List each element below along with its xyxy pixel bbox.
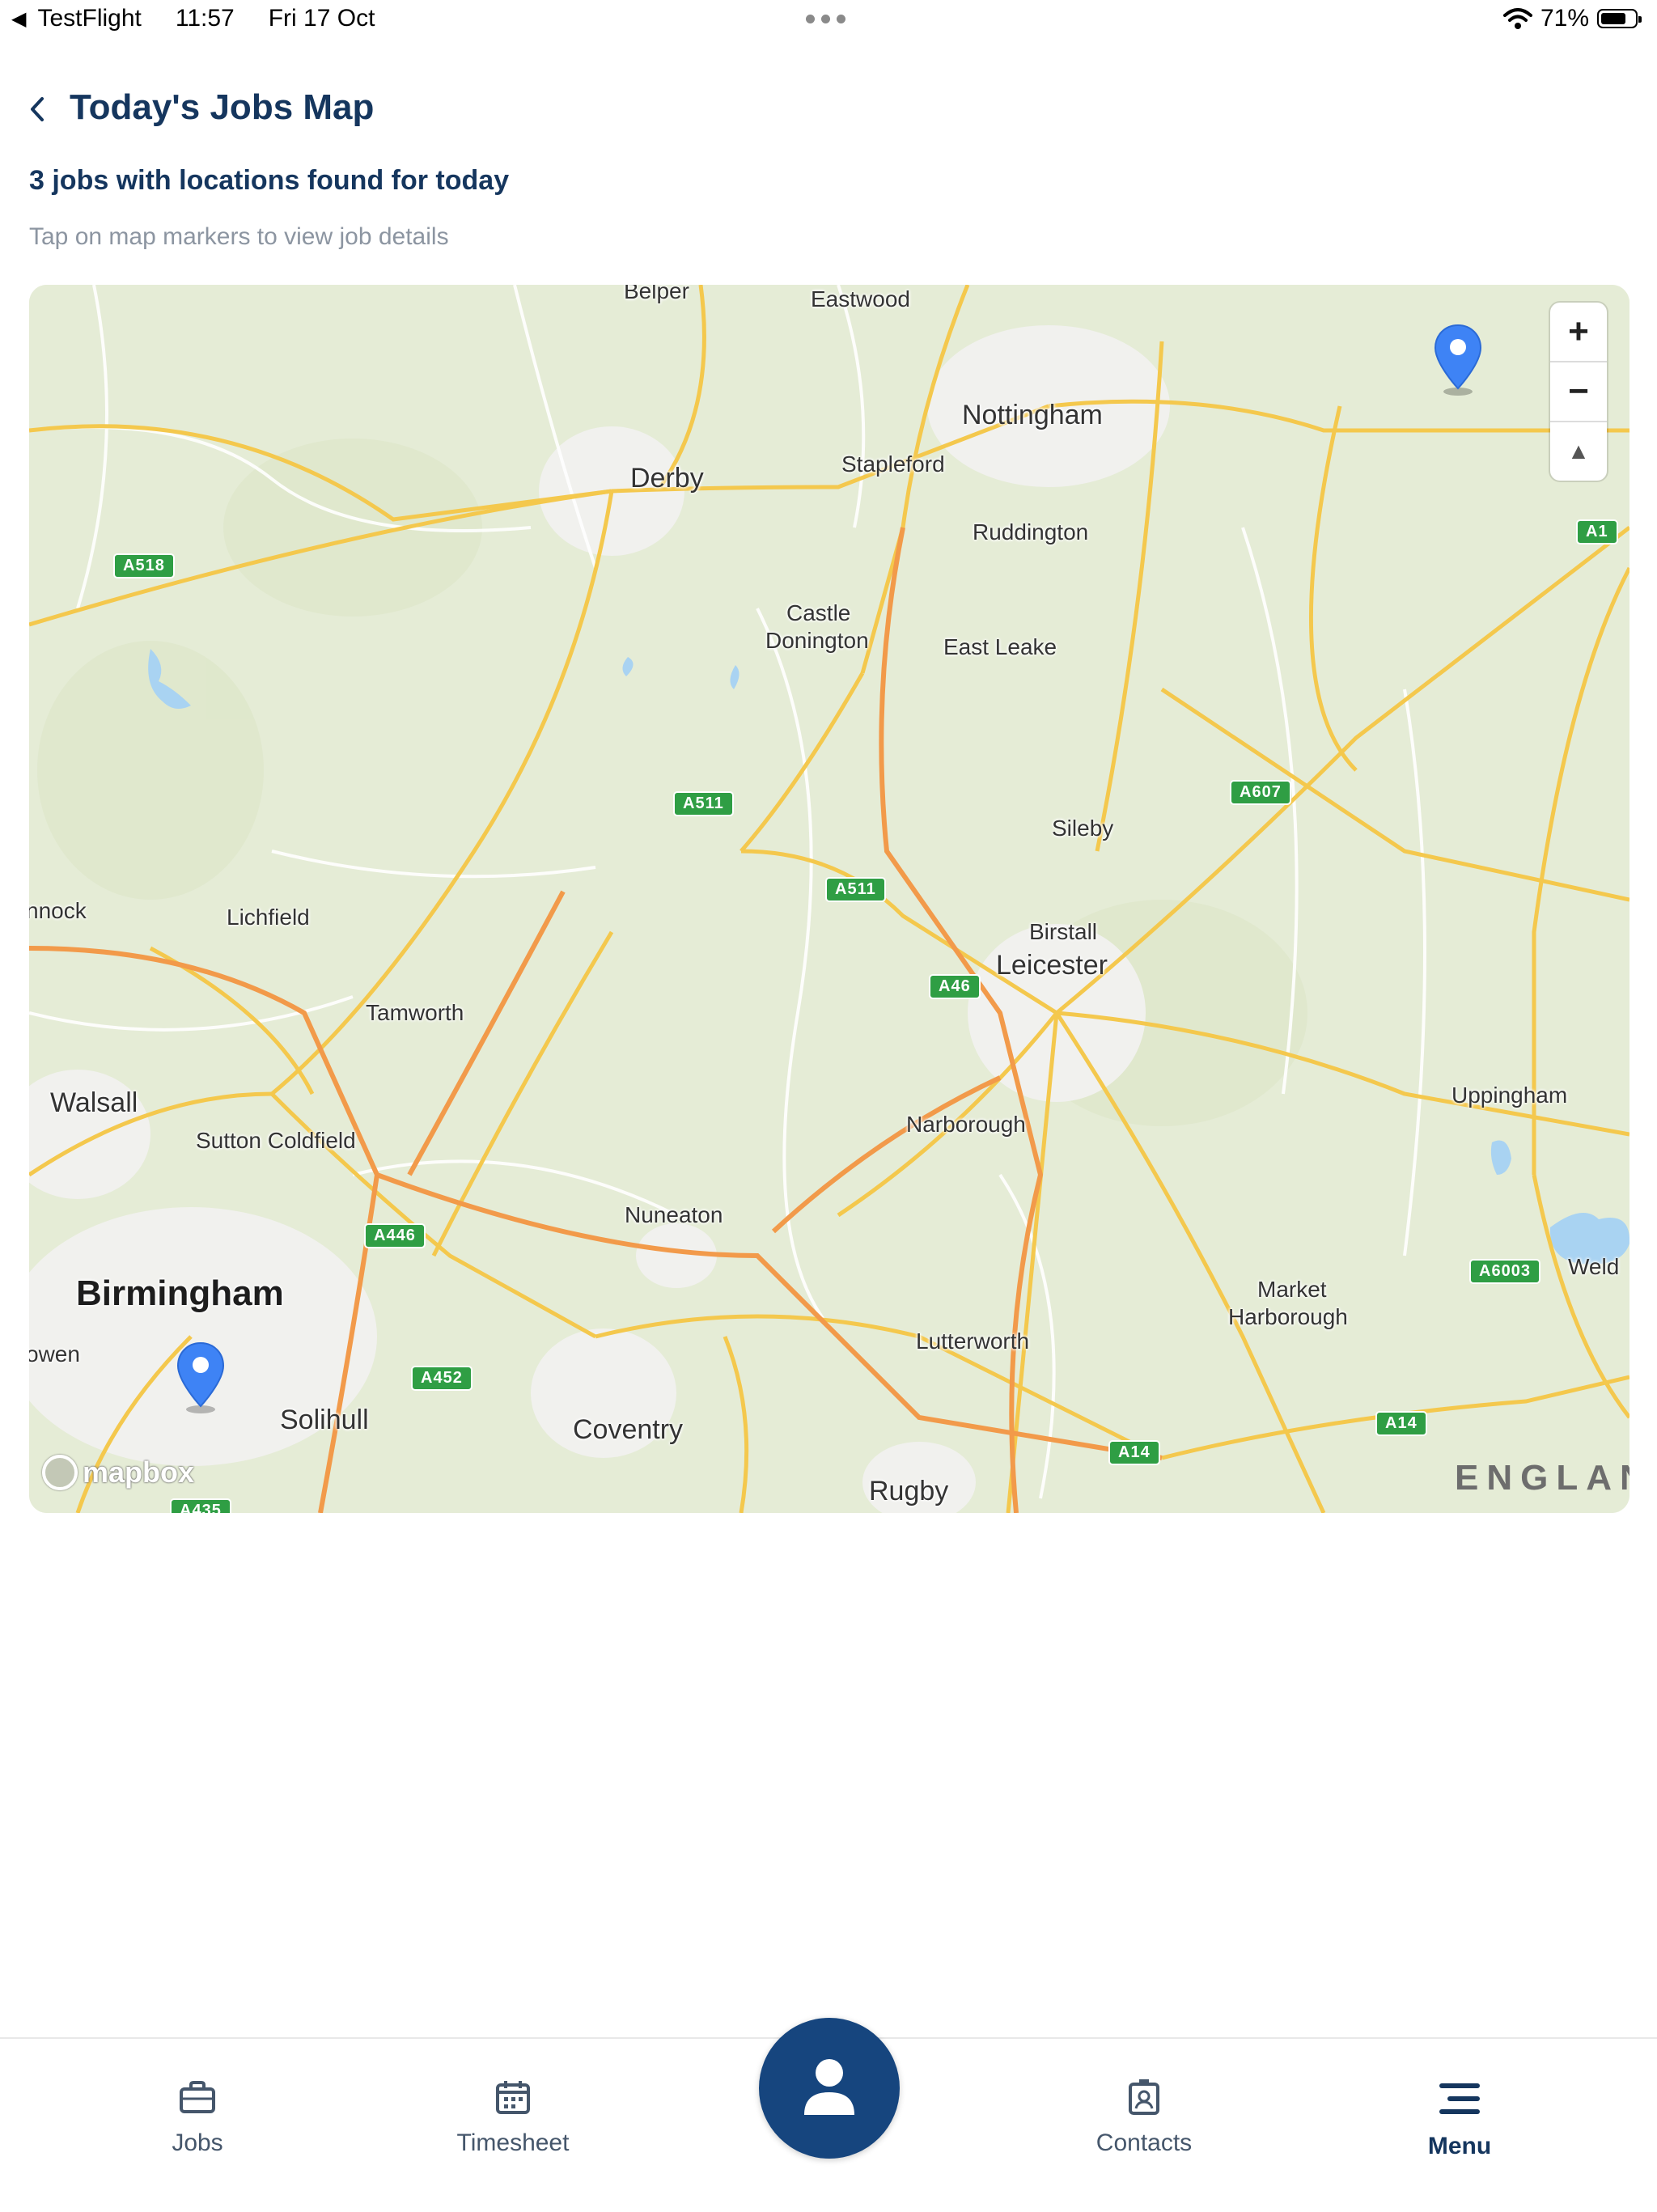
map-label-lichfield: Lichfield <box>227 905 310 930</box>
map-label-uppingham: Uppingham <box>1451 1083 1568 1108</box>
road-shield-a511: A511 <box>673 791 734 816</box>
map-label-ruddington: Ruddington <box>973 519 1089 545</box>
map-label-rugby: Rugby <box>869 1476 949 1506</box>
map-label-harborough: Harborough <box>1228 1304 1348 1329</box>
road-shield-a607: A607 <box>1230 780 1291 805</box>
mapbox-logo[interactable]: mapbox <box>42 1455 194 1490</box>
road-shield-a452: A452 <box>411 1366 473 1391</box>
map-label-birmingham: Birmingham <box>76 1273 284 1313</box>
compass-button[interactable]: ▲ <box>1550 422 1607 481</box>
back-triangle-icon[interactable]: ◀ <box>11 7 26 31</box>
map-label-tamworth: Tamworth <box>366 1000 464 1025</box>
jobs-map[interactable]: Belper Eastwood Nottingham Derby Staplef… <box>29 285 1629 1513</box>
road-shield-a1: A1 <box>1576 519 1618 545</box>
tab-timesheet[interactable]: Timesheet <box>416 2079 610 2157</box>
jobs-count-text: 3 jobs with locations found for today <box>29 165 510 196</box>
mapbox-attribution: mapbox <box>83 1456 195 1489</box>
calendar-icon <box>496 2081 530 2114</box>
map-label-stapleford: Stapleford <box>841 451 945 477</box>
road-shield-a46: A46 <box>929 974 981 999</box>
road-shield-a435: A435 <box>170 1498 231 1513</box>
user-icon <box>804 2059 854 2115</box>
tab-contacts[interactable]: Contacts <box>1047 2079 1241 2157</box>
map-label-coventry: Coventry <box>573 1414 684 1445</box>
road-shield-a446: A446 <box>364 1223 426 1248</box>
map-label-donington: Donington <box>765 628 869 653</box>
battery-percent: 71% <box>1540 5 1589 32</box>
mapbox-logo-icon <box>42 1455 78 1490</box>
tab-bar: Jobs Timesheet Contacts Menu <box>0 2018 1657 2212</box>
map-label-east-leake: East Leake <box>943 634 1057 659</box>
tab-jobs[interactable]: Jobs <box>100 2079 295 2157</box>
map-label-birstall: Birstall <box>1029 919 1098 944</box>
road-shield-a14: A14 <box>1375 1411 1427 1436</box>
status-date: Fri 17 Oct <box>268 5 375 32</box>
zoom-out-button[interactable]: − <box>1550 362 1607 422</box>
status-right: 71% <box>1502 5 1642 32</box>
map-label-country: ENGLAN <box>1455 1458 1629 1498</box>
tab-contacts-label: Contacts <box>1095 2129 1193 2156</box>
map-label-market: Market <box>1257 1277 1327 1302</box>
back-app-label[interactable]: TestFlight <box>37 5 141 32</box>
map-pin-icon[interactable] <box>175 1341 227 1414</box>
map-label-nuneaton: Nuneaton <box>625 1202 723 1227</box>
map-label-narborough: Narborough <box>906 1112 1026 1137</box>
status-bar: ◀ TestFlight 11:57 Fri 17 Oct 71% <box>0 0 1657 39</box>
hint-text: Tap on map markers to view job details <box>29 223 449 250</box>
road-shield-a6003: A6003 <box>1469 1259 1540 1284</box>
chevron-left-icon[interactable] <box>21 91 53 128</box>
center-profile-button[interactable] <box>759 2018 900 2159</box>
wifi-icon <box>1502 8 1532 29</box>
map-label-belper: Belper <box>624 285 689 303</box>
map-label-castle: Castle <box>786 600 851 625</box>
map-label-sutton-coldfield: Sutton Coldfield <box>196 1128 356 1153</box>
tab-jobs-label: Jobs <box>172 2129 223 2156</box>
road-shield-a511: A511 <box>825 877 886 902</box>
map-label-solihull: Solihull <box>280 1405 369 1435</box>
map-pin-icon[interactable] <box>1432 324 1484 396</box>
zoom-in-button[interactable]: + <box>1550 303 1607 362</box>
menu-icon <box>1439 2083 1480 2114</box>
map-label-eastwood: Eastwood <box>811 286 910 311</box>
map-label-lutterworth: Lutterworth <box>916 1328 1030 1354</box>
status-left: ◀ TestFlight 11:57 Fri 17 Oct <box>11 5 375 32</box>
map-label-nottingham: Nottingham <box>962 400 1103 430</box>
contact-card-icon <box>1129 2079 1159 2115</box>
map-label-weld: Weld <box>1568 1254 1620 1279</box>
tab-menu-label: Menu <box>1427 2133 1492 2159</box>
map-label-leicester: Leicester <box>996 950 1108 981</box>
tab-timesheet-label: Timesheet <box>456 2129 570 2156</box>
tab-menu[interactable]: Menu <box>1362 2079 1557 2160</box>
zoom-controls: + − ▲ <box>1550 303 1607 481</box>
battery-icon <box>1597 9 1642 28</box>
page-title: Today's Jobs Map <box>70 87 375 127</box>
map-label-nnock: nnock <box>29 898 87 923</box>
map-label-sileby: Sileby <box>1052 816 1114 841</box>
road-shield-a14: A14 <box>1108 1440 1160 1465</box>
map-label-walsall: Walsall <box>50 1087 138 1118</box>
page-header: Today's Jobs Map <box>0 78 1657 142</box>
road-shield-a518: A518 <box>113 553 175 578</box>
map-label-derby: Derby <box>630 463 704 494</box>
status-time: 11:57 <box>175 5 235 32</box>
briefcase-icon <box>180 2081 215 2113</box>
map-label-owen: owen <box>29 1341 80 1367</box>
more-dots-icon[interactable] <box>806 15 845 23</box>
